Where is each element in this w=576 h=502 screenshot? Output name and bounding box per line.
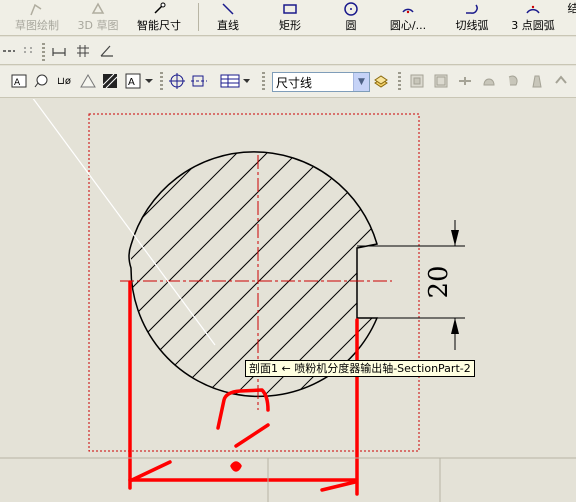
centerpoint-arc-button[interactable]: 圆心/... (384, 0, 432, 34)
dimension-text-group[interactable]: 20 (424, 265, 454, 298)
layer-dropdown[interactable]: 尺寸线 ▼ (272, 72, 370, 92)
table-icon[interactable] (220, 72, 250, 90)
angle-icon[interactable] (98, 42, 116, 60)
balloon-icon[interactable] (32, 72, 50, 90)
chevron-down-icon[interactable]: ▼ (353, 73, 369, 91)
toolbar-grip[interactable] (262, 72, 265, 92)
view-broken-icon[interactable] (552, 72, 570, 90)
section-view-drawing: 20 (0, 99, 576, 502)
grid-icon[interactable] (74, 42, 92, 60)
area-hatch-icon[interactable] (101, 72, 119, 90)
markup-right-arrow (320, 480, 357, 492)
sketch-relations-toolbar (0, 37, 576, 65)
3point-arc-button[interactable]: 3 点圆弧 (506, 0, 560, 34)
text-style-icon[interactable]: A (124, 72, 154, 90)
3point-arc-icon (526, 5, 540, 14)
3d-sketch-icon (91, 2, 105, 14)
circle-icon (344, 2, 358, 16)
datum-feature-icon[interactable] (79, 72, 97, 90)
center-mark-icon[interactable] (168, 72, 186, 90)
toolbar-grip[interactable] (42, 43, 45, 61)
view-boundary[interactable] (88, 113, 420, 452)
annotation-toolbar: A ⊔ø A 尺寸线 ▼ (0, 66, 576, 98)
sketch-toolbar: 草图绘制 3D 草图 智能尺寸 直线 矩形 圆 圆心/... 切线弧 3 点圆弧… (0, 0, 576, 36)
markup-two-stroke (234, 423, 270, 448)
centerline-icon[interactable] (190, 72, 208, 90)
note-icon[interactable]: A (10, 72, 28, 90)
smart-dimension-icon (154, 2, 166, 14)
layer-properties-icon[interactable] (372, 72, 390, 90)
construction-line-icon[interactable] (0, 42, 18, 60)
view-auxiliary-icon[interactable] (480, 72, 498, 90)
section-tooltip: 剖面1 ← 喷粉机分度器输出轴-SectionPart-2 (245, 360, 475, 377)
markup-left-arrow (130, 460, 172, 482)
line-icon (222, 3, 234, 15)
toolbar-grip[interactable] (398, 72, 401, 92)
hole-callout-icon[interactable]: ⊔ø (54, 72, 74, 90)
point-icon[interactable] (20, 42, 38, 60)
tangent-arc-button[interactable]: 切线弧 (452, 0, 492, 34)
drawing-sheet[interactable]: 20 剖面1 ← 喷粉机分度器输出轴-SectionPart-2 (0, 99, 576, 502)
dimension-arrow-top (451, 230, 459, 246)
toolbar-separator (198, 3, 199, 31)
leader-line (32, 99, 216, 346)
svg-text:A: A (128, 77, 135, 88)
dimension-value: 20 (424, 265, 454, 298)
view-standard-icon[interactable] (408, 72, 426, 90)
dimension-arrow-bottom (451, 318, 459, 334)
svg-text:A: A (14, 78, 21, 88)
red-markup (128, 280, 359, 496)
markup-dot (230, 461, 242, 472)
toolbar-grip[interactable] (160, 72, 163, 92)
view-section-icon[interactable] (504, 72, 522, 90)
view-model-icon[interactable] (432, 72, 450, 90)
section-hatch (130, 151, 377, 397)
circle-button[interactable]: 圆 (338, 0, 364, 34)
rectangle-button[interactable]: 矩形 (270, 0, 310, 34)
rectangle-icon (283, 4, 297, 14)
line-button[interactable]: 直线 (208, 0, 248, 34)
sketch-icon (30, 3, 42, 16)
view-detail-icon[interactable] (528, 72, 546, 90)
sketch-button[interactable]: 草图绘制 (10, 0, 64, 34)
3d-sketch-button[interactable]: 3D 草图 (74, 0, 122, 34)
layer-dropdown-value: 尺寸线 (276, 75, 313, 90)
dimension-chain-icon[interactable] (50, 42, 68, 60)
centerpoint-arc-icon (402, 8, 414, 14)
view-projected-icon[interactable] (456, 72, 474, 90)
smart-dimension-button[interactable]: 智能尺寸 (132, 0, 186, 34)
tangent-arc-icon (466, 4, 478, 14)
more-tools-button[interactable]: 结 (566, 0, 576, 34)
